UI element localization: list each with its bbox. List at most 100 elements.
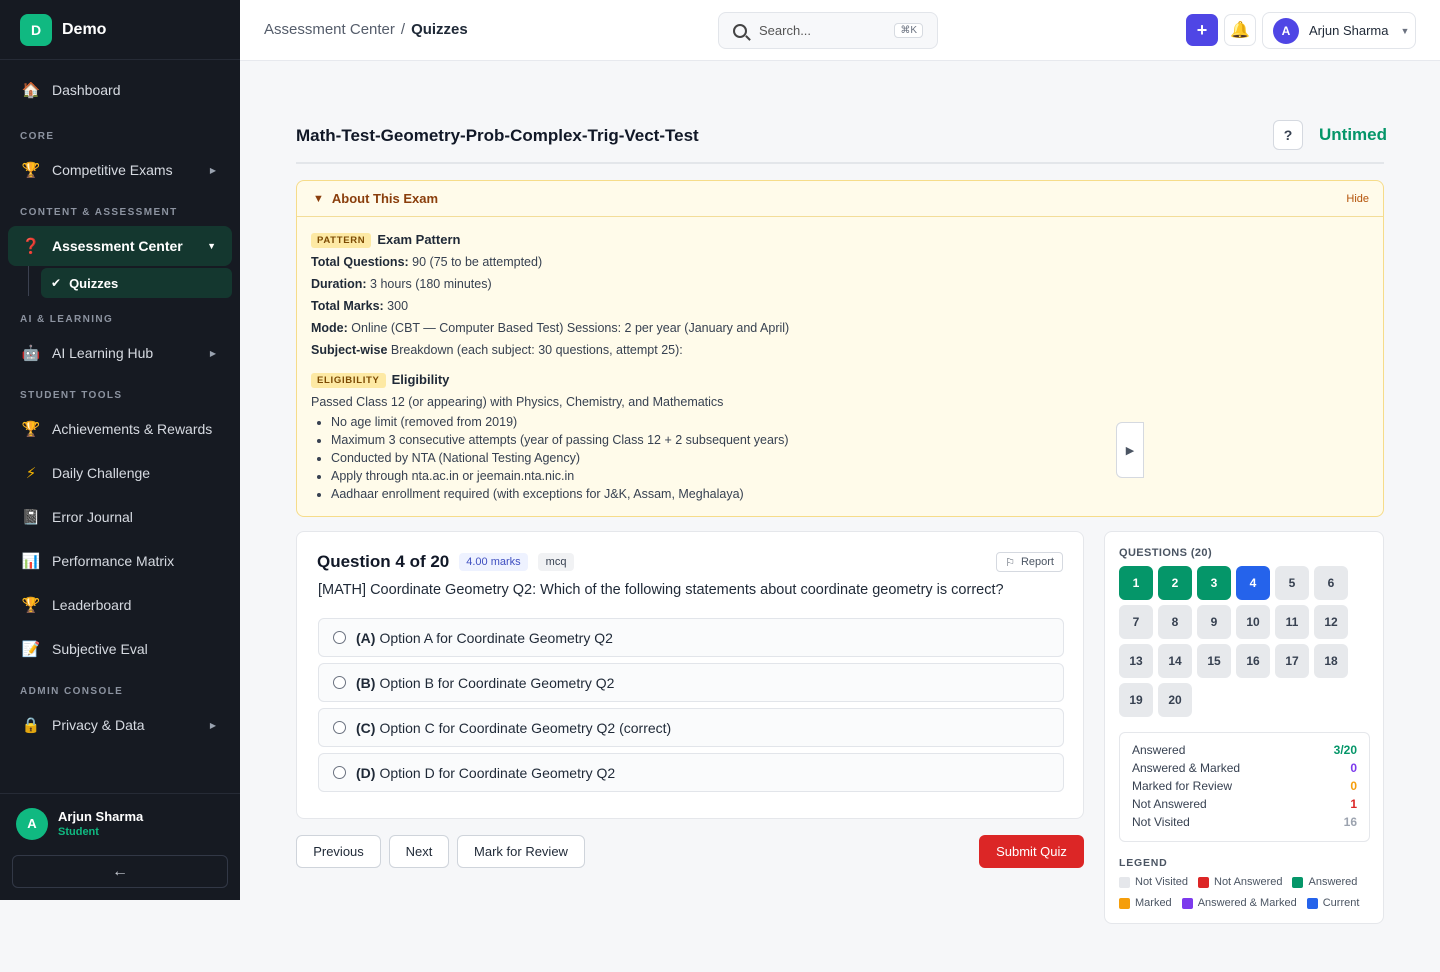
answer-option[interactable]: (C) Option C for Coordinate Geometry Q2 (… bbox=[318, 708, 1064, 747]
pattern-title: Exam Pattern bbox=[377, 232, 461, 247]
legend-row-2: Marked Answered & Marked Current bbox=[1119, 897, 1369, 909]
question-nav-button[interactable]: 2 bbox=[1158, 566, 1192, 600]
report-button[interactable]: ⚐ Report bbox=[996, 552, 1063, 572]
caret-down-icon: ▼ bbox=[313, 192, 324, 205]
eligibility-item: Apply through nta.ac.in or jeemain.nta.n… bbox=[331, 467, 1369, 485]
search-input[interactable] bbox=[759, 23, 879, 38]
check-icon: ✔ bbox=[51, 276, 62, 290]
option-text: Option C for Coordinate Geometry Q2 (cor… bbox=[379, 719, 672, 736]
question-nav-button[interactable]: 5 bbox=[1275, 566, 1309, 600]
question-nav-button[interactable]: 14 bbox=[1158, 644, 1192, 678]
eligibility-tag: ELIGIBILITY bbox=[311, 373, 386, 388]
question-nav-button[interactable]: 12 bbox=[1314, 605, 1348, 639]
sidebar-item-label: Subjective Eval bbox=[52, 641, 148, 657]
question-nav-button[interactable]: 16 bbox=[1236, 644, 1270, 678]
marks-badge: 4.00 marks bbox=[459, 553, 528, 571]
help-button[interactable]: ? bbox=[1273, 120, 1303, 150]
question-nav-button[interactable]: 13 bbox=[1119, 644, 1153, 678]
question-nav-button[interactable]: 19 bbox=[1119, 683, 1153, 717]
sidebar-item-achievements[interactable]: 🏆 Achievements & Rewards bbox=[8, 409, 232, 449]
sidebar-item-dashboard[interactable]: 🏠 Dashboard bbox=[8, 70, 232, 110]
search-icon bbox=[733, 23, 747, 38]
sidebar-user[interactable]: A Arjun Sharma Student bbox=[0, 793, 240, 853]
stat-label: Answered bbox=[1132, 743, 1186, 757]
hide-about-button[interactable]: Hide bbox=[1346, 193, 1369, 205]
trophy-icon: 🏆 bbox=[21, 421, 41, 438]
option-text: Option D for Coordinate Geometry Q2 bbox=[379, 764, 616, 781]
eligibility-item: No age limit (removed from 2019) bbox=[331, 413, 1369, 431]
legend-label: Current bbox=[1322, 897, 1360, 909]
sidebar-item-label: Competitive Exams bbox=[52, 162, 173, 178]
chevron-right-icon: ▶ bbox=[209, 165, 216, 175]
sidebar-item-label: Privacy & Data bbox=[52, 717, 145, 733]
notifications-button[interactable]: 🔔 bbox=[1224, 14, 1256, 46]
sidebar-item-ai-learning-hub[interactable]: 🤖 AI Learning Hub ▶ bbox=[8, 333, 232, 373]
answer-option[interactable]: (A) Option A for Coordinate Geometry Q2 bbox=[318, 618, 1064, 657]
option-text: Option B for Coordinate Geometry Q2 bbox=[379, 674, 615, 691]
answer-option[interactable]: (B) Option B for Coordinate Geometry Q2 bbox=[318, 663, 1064, 702]
create-button[interactable]: + bbox=[1186, 14, 1218, 46]
pattern-line-value: Breakdown (each subject: 30 questions, a… bbox=[387, 343, 683, 357]
question-nav-button[interactable]: 10 bbox=[1236, 605, 1270, 639]
question-nav-button[interactable]: 15 bbox=[1197, 644, 1231, 678]
breadcrumb: Assessment Center / Quizzes bbox=[264, 21, 468, 38]
sidebar-item-privacy[interactable]: 🔒 Privacy & Data ▶ bbox=[8, 705, 232, 745]
about-exam-header[interactable]: ▼ About This Exam Hide bbox=[297, 181, 1383, 217]
question-nav-button[interactable]: 11 bbox=[1275, 605, 1309, 639]
next-button[interactable]: Next bbox=[389, 835, 449, 868]
shortcut-hint: ⌘K bbox=[894, 23, 923, 38]
section-label-admin: ADMIN CONSOLE bbox=[20, 686, 124, 697]
subnav-guide-line bbox=[28, 266, 29, 296]
radio-button[interactable] bbox=[333, 631, 346, 644]
expand-panel-button[interactable]: ▶ bbox=[1116, 422, 1144, 478]
question-nav-button[interactable]: 20 bbox=[1158, 683, 1192, 717]
collapse-sidebar-button[interactable]: ← bbox=[12, 855, 228, 888]
timer-status: Untimed bbox=[1319, 125, 1387, 144]
search-box[interactable]: ⌘K bbox=[718, 12, 938, 49]
sidebar-item-leaderboard[interactable]: 🏆 Leaderboard bbox=[8, 585, 232, 625]
sidebar-item-error-journal[interactable]: 📓 Error Journal bbox=[8, 497, 232, 537]
trophy-icon: 🏆 bbox=[21, 597, 41, 614]
sidebar-item-subjective-eval[interactable]: 📝 Subjective Eval bbox=[8, 629, 232, 669]
question-nav-button[interactable]: 7 bbox=[1119, 605, 1153, 639]
sidebar-item-label: Performance Matrix bbox=[52, 553, 175, 569]
question-nav-button[interactable]: 8 bbox=[1158, 605, 1192, 639]
question-nav-button[interactable]: 9 bbox=[1197, 605, 1231, 639]
sidebar-item-daily-challenge[interactable]: ⚡ Daily Challenge bbox=[8, 453, 232, 493]
question-nav-button[interactable]: 3 bbox=[1197, 566, 1231, 600]
submit-quiz-button[interactable]: Submit Quiz bbox=[979, 835, 1084, 868]
sidebar-item-competitive-exams[interactable]: 🏆 Competitive Exams ▶ bbox=[8, 150, 232, 190]
radio-button[interactable] bbox=[333, 766, 346, 779]
pattern-line-key: Mode: bbox=[311, 321, 348, 335]
memo-icon: 📝 bbox=[21, 641, 41, 658]
answer-option[interactable]: (D) Option D for Coordinate Geometry Q2 bbox=[318, 753, 1064, 792]
sidebar-item-performance-matrix[interactable]: 📊 Performance Matrix bbox=[8, 541, 232, 581]
eligibility-intro: Passed Class 12 (or appearing) with Phys… bbox=[311, 395, 724, 409]
eligibility-item: Maximum 3 consecutive attempts (year of … bbox=[331, 431, 1369, 449]
legend-row-1: Not Visited Not Answered Answered bbox=[1119, 876, 1367, 888]
question-nav-button[interactable]: 17 bbox=[1275, 644, 1309, 678]
question-nav-button[interactable]: 4 bbox=[1236, 566, 1270, 600]
radio-button[interactable] bbox=[333, 721, 346, 734]
pattern-line: Subject-wise Breakdown (each subject: 30… bbox=[311, 339, 1369, 361]
legend-label: Marked bbox=[1135, 897, 1172, 909]
sidebar-item-label: Achievements & Rewards bbox=[52, 421, 213, 437]
chevron-right-icon: ▶ bbox=[209, 348, 216, 358]
question-nav-button[interactable]: 1 bbox=[1119, 566, 1153, 600]
legend-item: Answered bbox=[1292, 876, 1357, 888]
pattern-line-key: Total Marks: bbox=[311, 299, 384, 313]
mark-for-review-button[interactable]: Mark for Review bbox=[457, 835, 585, 868]
sidebar-subitem-label: Quizzes bbox=[69, 275, 119, 291]
previous-button[interactable]: Previous bbox=[296, 835, 381, 868]
breadcrumb-parent[interactable]: Assessment Center bbox=[264, 21, 395, 38]
question-nav-button[interactable]: 6 bbox=[1314, 566, 1348, 600]
sidebar-subitem-quizzes[interactable]: ✔ Quizzes bbox=[41, 268, 232, 298]
legend-label: Answered bbox=[1308, 876, 1358, 888]
trophy-icon: 🏆 bbox=[21, 162, 41, 179]
sidebar-item-assessment-center[interactable]: ❓ Assessment Center ▼ bbox=[8, 226, 232, 266]
brand[interactable]: D Demo bbox=[0, 0, 240, 60]
question-nav-button[interactable]: 18 bbox=[1314, 644, 1348, 678]
section-label-ai: AI & LEARNING bbox=[20, 314, 114, 325]
user-menu[interactable]: A Arjun Sharma ▼ bbox=[1262, 12, 1416, 49]
radio-button[interactable] bbox=[333, 676, 346, 689]
